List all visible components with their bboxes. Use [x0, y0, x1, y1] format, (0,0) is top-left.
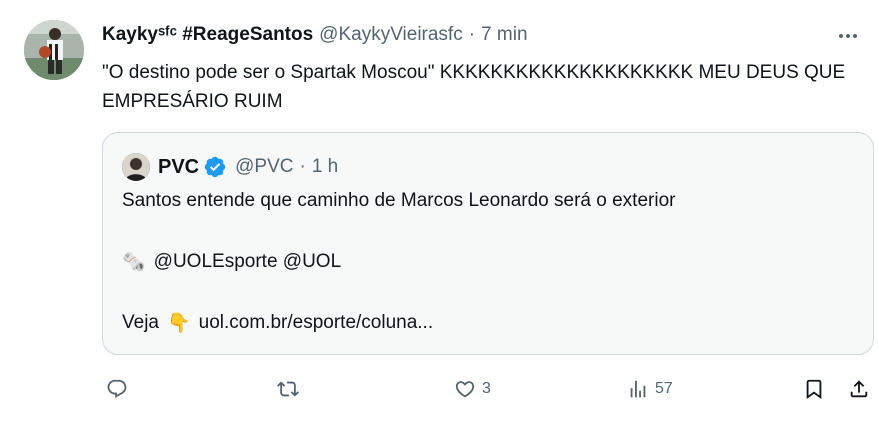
- quoted-tweet-time: 1 h: [311, 156, 339, 177]
- newspaper-icon: 🗞️: [122, 252, 146, 273]
- share-button[interactable]: [848, 374, 870, 404]
- quoted-mentions: @UOLEsporte @UOL: [153, 251, 342, 272]
- quoted-author-name: PVC: [158, 155, 200, 178]
- author-avatar[interactable]: [24, 20, 84, 80]
- like-icon: [455, 381, 475, 398]
- author-handle[interactable]: @KaykyVieirasfc: [319, 24, 463, 46]
- quoted-author-handle: @PVC: [235, 156, 294, 177]
- quoted-author-avatar: [122, 153, 150, 181]
- quoted-text-line1: Santos entende que caminho de Marcos Leo…: [122, 190, 676, 211]
- more-icon[interactable]: [833, 24, 863, 48]
- tweet-text: "O destino pode ser o Spartak Moscou" KK…: [102, 62, 846, 112]
- views-icon: [630, 380, 646, 398]
- quoted-text-line2: 🗞️ @UOLEsporte @UOL: [122, 250, 341, 274]
- quoted-veja-text: Veja: [122, 312, 159, 333]
- quoted-link: uol.com.br/esporte/coluna...: [198, 312, 434, 333]
- tweet[interactable]: Kaykyˢᶠᶜ #ReageSantos @KaykyVieirasfc · …: [0, 0, 879, 430]
- bookmark-icon: [806, 379, 822, 400]
- separator-dot: ·: [468, 24, 476, 45]
- bookmark-button[interactable]: [803, 374, 825, 404]
- reply-icon: [107, 379, 127, 398]
- reply-button[interactable]: [106, 374, 134, 404]
- retweet-icon: [277, 381, 299, 397]
- separator-dot: ·: [299, 156, 306, 177]
- author-name[interactable]: Kaykyˢᶠᶜ #ReageSantos: [102, 24, 313, 46]
- quoted-tweet[interactable]: PVC @PVC · 1 h Santos entende que caminh…: [102, 132, 874, 355]
- quoted-tweet-header: PVC @PVC · 1 h: [122, 153, 338, 181]
- retweet-button[interactable]: [277, 374, 305, 404]
- action-bar: 3 57: [0, 374, 879, 404]
- tweet-header: Kaykyˢᶠᶜ #ReageSantos @KaykyVieirasfc · …: [102, 22, 528, 48]
- pointing-down-icon: 👇: [166, 313, 191, 334]
- quoted-text-line3: Veja 👇 uol.com.br/esporte/coluna...: [122, 311, 433, 335]
- like-count: 3: [482, 380, 491, 397]
- tweet-time[interactable]: 7 min: [481, 24, 527, 46]
- share-icon: [850, 380, 868, 398]
- views-count: 57: [655, 380, 673, 397]
- views-button[interactable]: 57: [627, 374, 673, 404]
- like-button[interactable]: 3: [454, 374, 491, 404]
- verified-badge-icon: [204, 156, 226, 178]
